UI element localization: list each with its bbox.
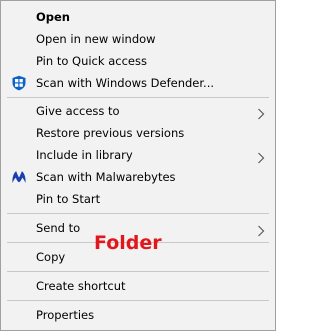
menu-item-open-in-new-window-label: Open in new window [36, 32, 156, 46]
menu-item-include-in-library-label: Include in library [36, 148, 133, 162]
menu-item-send-to-label: Send to [36, 221, 81, 235]
menu-item-include-in-library[interactable]: Include in library [1, 144, 275, 166]
menu-item-open[interactable]: Open [1, 6, 275, 28]
menu-item-scan-with-windows-defender[interactable]: Scan with Windows Defender... [1, 72, 275, 94]
menu-item-pin-to-start-label: Pin to Start [36, 192, 101, 206]
menu-separator [7, 271, 269, 272]
menu-separator [7, 300, 269, 301]
menu-item-pin-to-quick-access-label: Pin to Quick access [36, 54, 147, 68]
folder-annotation-label: Folder [94, 232, 162, 254]
menu-item-restore-previous-versions-label: Restore previous versions [36, 126, 185, 140]
chevron-right-icon [257, 222, 265, 237]
menu-item-create-shortcut[interactable]: Create shortcut [1, 275, 275, 297]
menu-item-scan-with-malwarebytes-label: Scan with Malwarebytes [36, 170, 176, 184]
context-menu: Open Open in new window Pin to Quick acc… [0, 0, 276, 331]
menu-separator [7, 97, 269, 98]
menu-item-give-access-to[interactable]: Give access to [1, 100, 275, 122]
chevron-right-icon [257, 149, 265, 164]
windows-defender-shield-icon [11, 75, 27, 91]
menu-item-restore-previous-versions[interactable]: Restore previous versions [1, 122, 275, 144]
chevron-right-icon [257, 105, 265, 120]
menu-separator [7, 213, 269, 214]
menu-item-scan-with-windows-defender-label: Scan with Windows Defender... [36, 76, 215, 90]
malwarebytes-icon [11, 169, 27, 185]
menu-item-give-access-to-label: Give access to [36, 104, 120, 118]
menu-item-create-shortcut-label: Create shortcut [36, 279, 126, 293]
menu-item-properties[interactable]: Properties [1, 304, 275, 326]
menu-item-open-in-new-window[interactable]: Open in new window [1, 28, 275, 50]
menu-item-open-label: Open [36, 10, 70, 24]
menu-item-properties-label: Properties [36, 308, 95, 322]
menu-item-pin-to-start[interactable]: Pin to Start [1, 188, 275, 210]
menu-item-pin-to-quick-access[interactable]: Pin to Quick access [1, 50, 275, 72]
menu-item-copy-label: Copy [36, 250, 66, 264]
menu-item-scan-with-malwarebytes[interactable]: Scan with Malwarebytes [1, 166, 275, 188]
